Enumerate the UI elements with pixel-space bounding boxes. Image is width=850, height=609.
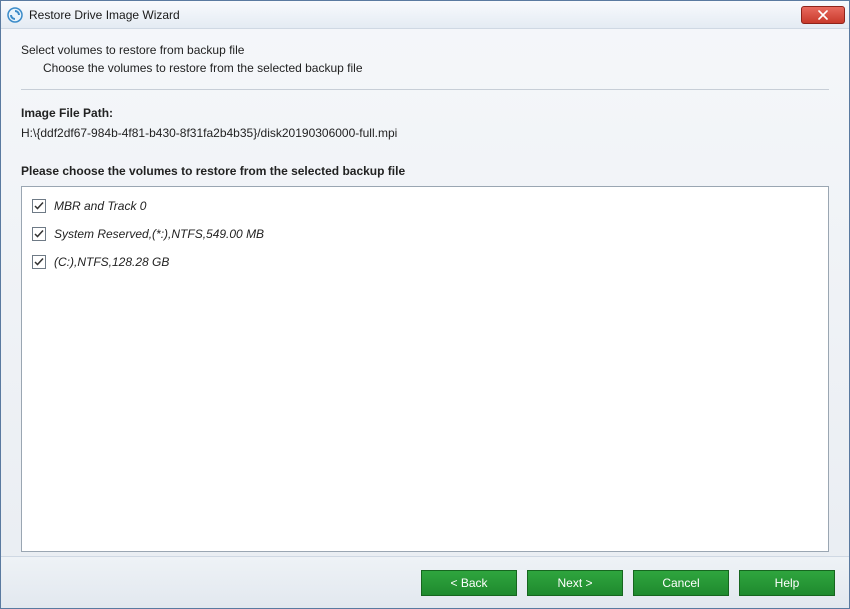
intro-title: Select volumes to restore from backup fi… xyxy=(21,43,829,57)
volume-checkbox[interactable] xyxy=(32,255,46,269)
volume-label: System Reserved,(*:),NTFS,549.00 MB xyxy=(54,227,264,241)
image-path-value: H:\{ddf2df67-984b-4f81-b430-8f31fa2b4b35… xyxy=(21,126,829,140)
cancel-button[interactable]: Cancel xyxy=(633,570,729,596)
window-title: Restore Drive Image Wizard xyxy=(29,8,180,22)
volume-checkbox[interactable] xyxy=(32,227,46,241)
content-area: Select volumes to restore from backup fi… xyxy=(1,29,849,556)
volume-row: (C:),NTFS,128.28 GB xyxy=(32,255,818,269)
wizard-window: Restore Drive Image Wizard Select volume… xyxy=(0,0,850,609)
footer: < Back Next > Cancel Help xyxy=(1,556,849,608)
help-button[interactable]: Help xyxy=(739,570,835,596)
divider xyxy=(21,89,829,90)
next-button[interactable]: Next > xyxy=(527,570,623,596)
titlebar: Restore Drive Image Wizard xyxy=(1,1,849,29)
image-path-label: Image File Path: xyxy=(21,106,829,120)
choose-volumes-label: Please choose the volumes to restore fro… xyxy=(21,164,829,178)
volume-checkbox[interactable] xyxy=(32,199,46,213)
intro-subtitle: Choose the volumes to restore from the s… xyxy=(43,61,829,75)
volume-row: System Reserved,(*:),NTFS,549.00 MB xyxy=(32,227,818,241)
volume-label: MBR and Track 0 xyxy=(54,199,146,213)
volume-row: MBR and Track 0 xyxy=(32,199,818,213)
app-icon xyxy=(7,7,23,23)
back-button[interactable]: < Back xyxy=(421,570,517,596)
close-button[interactable] xyxy=(801,6,845,24)
close-icon xyxy=(818,10,828,20)
check-icon xyxy=(34,201,44,211)
check-icon xyxy=(34,229,44,239)
check-icon xyxy=(34,257,44,267)
volumes-list: MBR and Track 0 System Reserved,(*:),NTF… xyxy=(21,186,829,552)
volume-label: (C:),NTFS,128.28 GB xyxy=(54,255,169,269)
